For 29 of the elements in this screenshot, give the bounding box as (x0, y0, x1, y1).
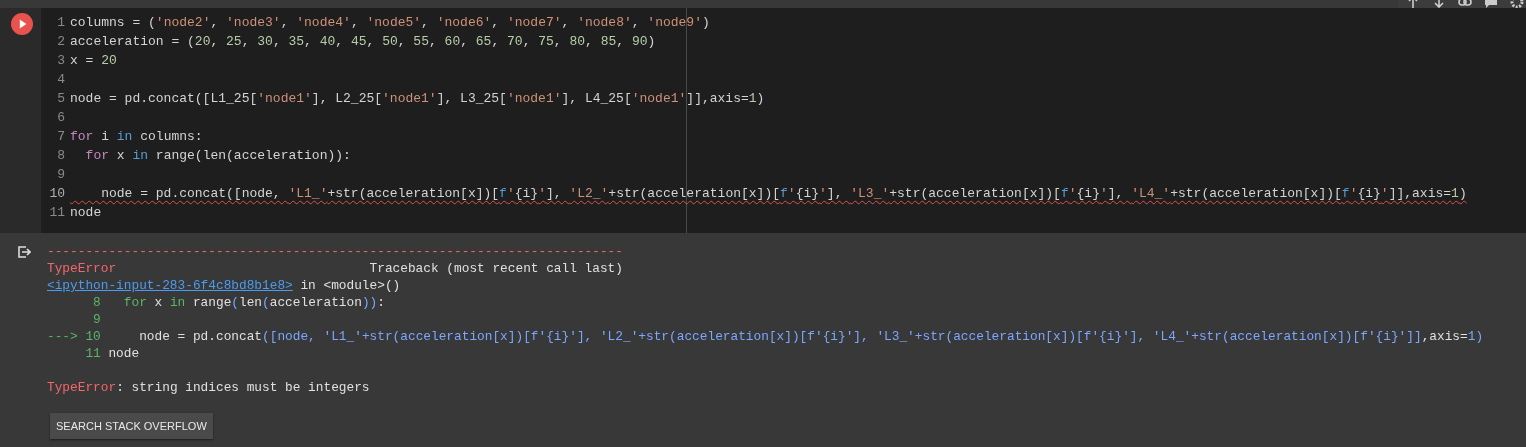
search-stack-overflow-button[interactable]: SEARCH STACK OVERFLOW (50, 413, 213, 439)
line-number: 5 (56, 90, 65, 108)
line-number: 2 (56, 33, 65, 51)
line-number: 3 (56, 52, 65, 70)
code-line: columns = ('node2', 'node3', 'node4', 'node5', 'node6', 'node7', 'node8', 'node9') (70, 14, 710, 32)
error-message: TypeError: string indices must be integers (47, 379, 370, 396)
traceback-line: 9 (92, 311, 101, 328)
traceback-link[interactable]: <ipython-input-283-6f4c8bd8b1e8> (47, 278, 293, 293)
line-number: 8 (56, 147, 65, 165)
traceback-line: TypeError Traceback (most recent call last) (47, 260, 623, 277)
code-line: node (70, 204, 102, 222)
line-number: 1 (56, 14, 65, 32)
line-number: 6 (56, 109, 65, 127)
line-number: 4 (56, 71, 65, 89)
line-number: 11 (48, 204, 65, 222)
code-line: x = 20 (70, 52, 117, 70)
code-line: acceleration = (20, 25, 30, 35, 40, 45, 50, 55, 60, 65, 70, 75, 80, 85, 90) (70, 33, 656, 51)
traceback-line: 11 node (84, 345, 140, 362)
code-line: node = pd.concat([node, 'L1_'+str(acceleration[x])[f'{i}'], 'L2_'+str(acceleration[x])[f'{i}'], 'L3_'+str(acceleration[x])[f'{i}'], 'L4_'+str(acceleration[x])[f'{i}']],axis=1) (100, 185, 1467, 203)
traceback-line: ---> 10 node = pd.concat([node, 'L1_'+str(acceleration[x])[f'{i}'], 'L2_'+str(acceleration[x])[f'{i}'], 'L3_'+str(acceleration[x])[f'{i}'], 'L4_'+str(acceleration[x])[f'{i}']],axis=1) (47, 328, 1484, 345)
line-number: 7 (56, 128, 65, 146)
line-number: 9 (56, 166, 65, 184)
code-line: for x in range(len(acceleration)): (84, 147, 351, 165)
traceback-line: --------------------------------------------------------------------------- (47, 243, 623, 260)
traceback-line: <ipython-input-283-6f4c8bd8b1e8> in <module>() (47, 277, 401, 294)
line-number: 10 (48, 185, 65, 203)
code-line: node = pd.concat([L1_25['node1'], L2_25['node1'], L3_25['node1'], L4_25['node1']],axis=1) (70, 90, 765, 108)
code-line: for i in columns: (70, 128, 203, 146)
traceback-line: 8 for x in range(len(acceleration)): (92, 294, 385, 311)
